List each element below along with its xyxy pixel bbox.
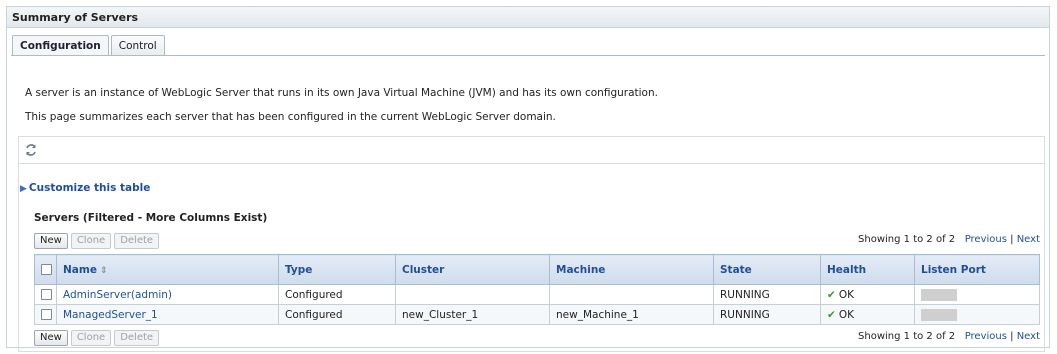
new-button[interactable]: New	[34, 233, 68, 249]
column-header-name[interactable]: Name ⇕	[56, 254, 279, 285]
column-header-machine[interactable]: Machine	[549, 254, 714, 285]
column-header-cluster[interactable]: Cluster	[395, 254, 550, 285]
table-toolbar-bottom: New Clone Delete Showing 1 to 2 of 2 Previ…	[34, 330, 1040, 346]
description-text-1: A server is an instance of WebLogic Serv…	[25, 87, 658, 99]
previous-page-link[interactable]: Previous	[965, 234, 1007, 245]
next-page-link[interactable]: Next	[1017, 331, 1040, 342]
check-icon: ✔	[827, 308, 836, 321]
clone-button[interactable]: Clone	[70, 233, 112, 249]
select-all-checkbox[interactable]	[41, 264, 52, 275]
pagination: Showing 1 to 2 of 2 Previous | Next	[858, 331, 1040, 342]
server-listen-port-cell	[914, 304, 1040, 325]
redacted-port-value	[921, 288, 957, 301]
sort-icon[interactable]: ⇕	[100, 266, 108, 276]
table-row: ManagedServer_1 Configured new_Cluster_1…	[34, 304, 1040, 325]
pagination-status: Showing 1 to 2 of 2	[858, 234, 956, 245]
column-header-state[interactable]: State	[713, 254, 821, 285]
server-name-link[interactable]: ManagedServer_1	[63, 309, 158, 321]
customize-table-label: Customize this table	[28, 182, 151, 194]
summary-of-servers-panel: Summary of Servers Configuration Control…	[6, 6, 1050, 352]
column-header-listen-port[interactable]: Listen Port	[914, 254, 1040, 285]
servers-table-panel: ▶ Customize this table Servers (Filtered …	[18, 136, 1045, 352]
next-page-link[interactable]: Next	[1017, 234, 1040, 245]
server-machine-cell: new_Machine_1	[549, 304, 714, 325]
check-icon: ✔	[827, 288, 836, 301]
table-row: AdminServer(admin) Configured RUNNING ✔ O…	[34, 284, 1040, 305]
delete-button[interactable]: Delete	[114, 233, 160, 249]
column-label-name: Name	[63, 263, 97, 276]
server-listen-port-cell	[914, 284, 1040, 305]
pagination-separator: |	[1010, 331, 1014, 342]
redacted-port-value	[921, 308, 957, 321]
pagination: Showing 1 to 2 of 2 Previous | Next	[858, 234, 1040, 245]
server-name-link[interactable]: AdminServer(admin)	[63, 289, 172, 301]
pagination-status: Showing 1 to 2 of 2	[858, 331, 956, 342]
table-toolbar-top: New Clone Delete Showing 1 to 2 of 2 Previ…	[34, 233, 1040, 249]
health-label: OK	[838, 308, 854, 321]
server-name-cell: AdminServer(admin)	[56, 284, 279, 305]
row-select-cell	[34, 284, 57, 305]
servers-table: Name ⇕ Type Cluster Machine State Health …	[34, 254, 1040, 325]
row-checkbox[interactable]	[41, 289, 52, 300]
refresh-icon[interactable]	[24, 143, 38, 157]
server-health-cell: ✔ OK	[820, 284, 915, 305]
health-label: OK	[838, 288, 854, 301]
pagination-separator: |	[1010, 234, 1014, 245]
server-cluster-cell	[395, 284, 550, 305]
server-state-cell: RUNNING	[713, 304, 821, 325]
refresh-bar	[19, 137, 1044, 164]
delete-button[interactable]: Delete	[114, 330, 160, 346]
page-title: Summary of Servers	[7, 7, 1049, 28]
server-cluster-cell: new_Cluster_1	[395, 304, 550, 325]
expand-triangle-icon: ▶	[20, 184, 27, 194]
clone-button[interactable]: Clone	[70, 330, 112, 346]
table-header-row: Name ⇕ Type Cluster Machine State Health …	[34, 254, 1040, 285]
server-name-cell: ManagedServer_1	[56, 304, 279, 325]
tab-divider	[11, 55, 1045, 56]
new-button[interactable]: New	[34, 330, 68, 346]
row-checkbox[interactable]	[41, 309, 52, 320]
column-header-health[interactable]: Health	[820, 254, 915, 285]
server-type-cell: Configured	[278, 284, 396, 305]
tab-bar: Configuration Control	[12, 35, 167, 56]
select-all-header[interactable]	[34, 254, 57, 285]
tab-configuration[interactable]: Configuration	[12, 35, 109, 56]
description-text-2: This page summarizes each server that ha…	[25, 111, 556, 123]
customize-table-link[interactable]: ▶ Customize this table	[20, 182, 150, 194]
server-machine-cell	[549, 284, 714, 305]
server-type-cell: Configured	[278, 304, 396, 325]
tab-control[interactable]: Control	[110, 35, 165, 56]
column-header-type[interactable]: Type	[278, 254, 396, 285]
server-state-cell: RUNNING	[713, 284, 821, 305]
server-health-cell: ✔ OK	[820, 304, 915, 325]
row-select-cell	[34, 304, 57, 325]
servers-table-title: Servers (Filtered - More Columns Exist)	[34, 212, 268, 224]
previous-page-link[interactable]: Previous	[965, 331, 1007, 342]
